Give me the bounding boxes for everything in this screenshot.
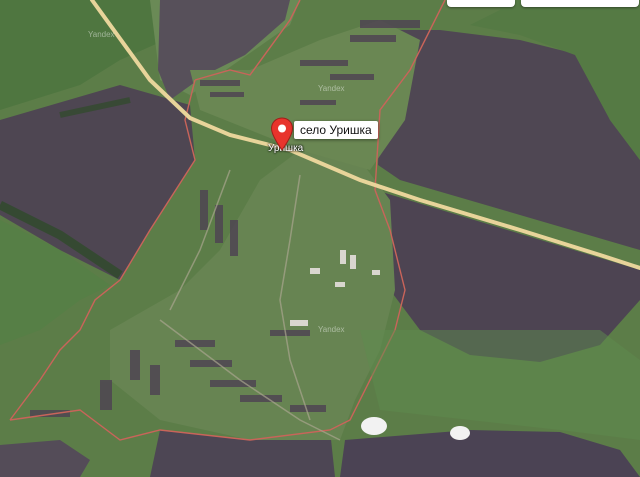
top-control-left[interactable]: [447, 0, 515, 7]
place-name-callout[interactable]: село Уришка: [294, 121, 378, 139]
watermark: Yandex: [88, 30, 115, 39]
top-controls-strip: [447, 0, 640, 7]
satellite-map[interactable]: Yandex Yandex Yandex Уришка село Уришка: [0, 0, 640, 477]
watermark: Yandex: [318, 84, 345, 93]
top-control-right[interactable]: [521, 0, 639, 7]
watermark: Yandex: [318, 325, 345, 334]
map-pin-icon[interactable]: [270, 117, 294, 151]
satellite-imagery: [0, 0, 640, 477]
